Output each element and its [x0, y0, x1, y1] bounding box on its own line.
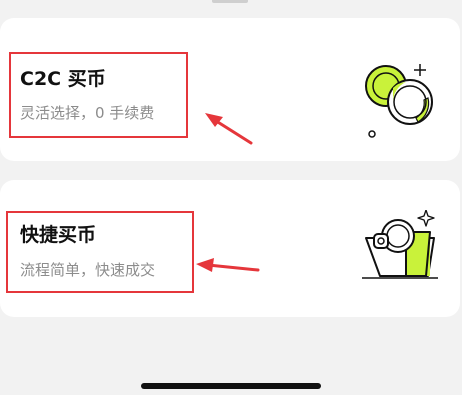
- quick-buy-title: 快捷买币: [20, 224, 97, 246]
- coins-icon: [365, 64, 433, 138]
- quick-buy-subtitle: 流程简单，快速成交: [20, 261, 156, 279]
- wallet-coin-icon: [362, 210, 438, 279]
- c2c-buy-option-card[interactable]: C2C 买币 灵活选择，0 手续费: [0, 18, 460, 161]
- sheet-drag-handle[interactable]: [212, 0, 248, 3]
- c2c-buy-title: C2C 买币: [20, 68, 106, 90]
- home-indicator[interactable]: [141, 383, 321, 389]
- c2c-buy-subtitle: 灵活选择，0 手续费: [20, 104, 155, 122]
- annotation-arrow-icon: [205, 113, 253, 145]
- annotation-arrow-icon: [196, 258, 260, 272]
- quick-buy-option-card[interactable]: 快捷买币 流程简单，快速成交: [0, 180, 460, 317]
